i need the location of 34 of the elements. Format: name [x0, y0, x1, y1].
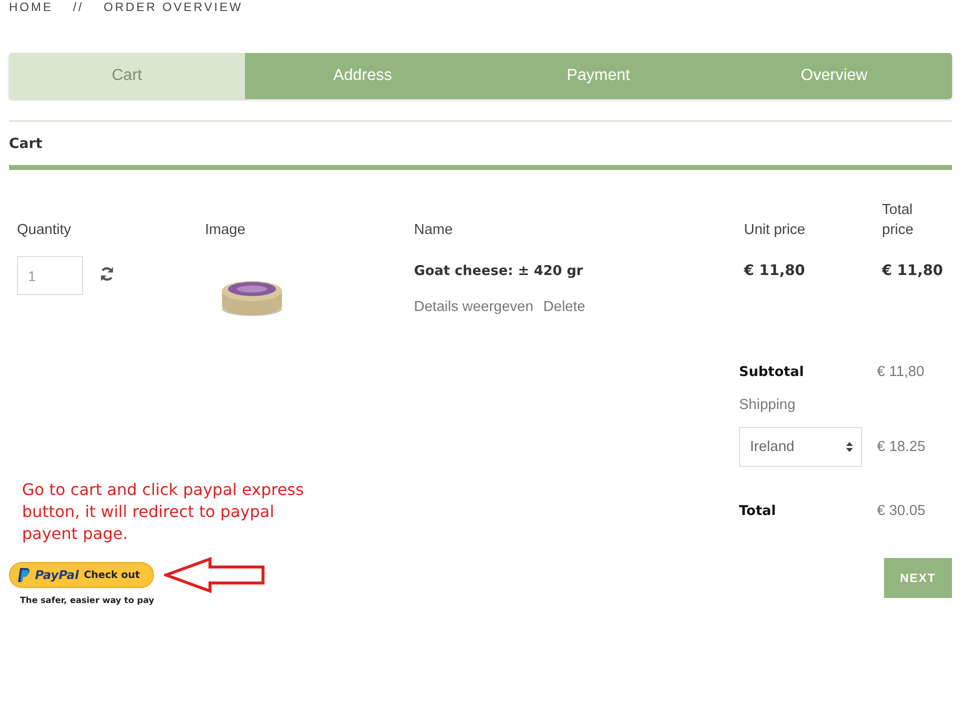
- column-header: Image: [205, 221, 246, 240]
- shipping-cost: € 18.25: [877, 439, 926, 455]
- checkout-step-tab[interactable]: Payment: [480, 53, 716, 99]
- subtotal-label: Subtotal: [739, 363, 805, 382]
- total-value: € 30.05: [877, 503, 926, 519]
- unit-price: € 11,80: [744, 262, 806, 281]
- product-link[interactable]: Delete: [543, 299, 586, 315]
- checkout-step-tab[interactable]: Overview: [716, 53, 952, 99]
- next-button[interactable]: NEXT: [884, 558, 952, 598]
- paypal-tagline: The safer, easier way to pay: [20, 596, 156, 606]
- breadcrumb-current: ORDER OVERVIEW: [104, 0, 243, 14]
- column-header: Total price: [882, 201, 914, 240]
- breadcrumb-separator: //: [73, 0, 84, 14]
- column-header: Name: [414, 221, 453, 240]
- refresh-icon[interactable]: [99, 266, 115, 282]
- country-select[interactable]: Ireland: [739, 427, 862, 467]
- column-header: Unit price: [744, 221, 806, 240]
- column-header: Quantity: [17, 221, 71, 240]
- quantity-field[interactable]: 1: [17, 256, 83, 295]
- checkout-step-tab[interactable]: Address: [244, 53, 480, 99]
- product-name: Goat cheese: ± 420 gr: [414, 262, 584, 279]
- subtotal-value: € 11,80: [877, 364, 926, 380]
- paypal-icon: [18, 568, 30, 582]
- shipping-label: Shipping: [739, 397, 796, 413]
- annotation-text: Go to cart and click paypal express button, it will redirect to paypal payent page.: [22, 479, 305, 545]
- breadcrumb-link[interactable]: HOME: [9, 0, 53, 14]
- section-title: Cart: [9, 135, 44, 154]
- sort-caret-icon: [846, 442, 853, 452]
- product-link[interactable]: Details weergeven: [414, 299, 534, 315]
- checkout-step-tab[interactable]: Cart: [9, 53, 245, 99]
- total-price: € 11,80: [882, 262, 942, 281]
- paypal-checkout-button[interactable]: PayPal Check out: [9, 562, 154, 588]
- arrow-icon: [164, 557, 265, 593]
- total-label: Total: [739, 502, 777, 521]
